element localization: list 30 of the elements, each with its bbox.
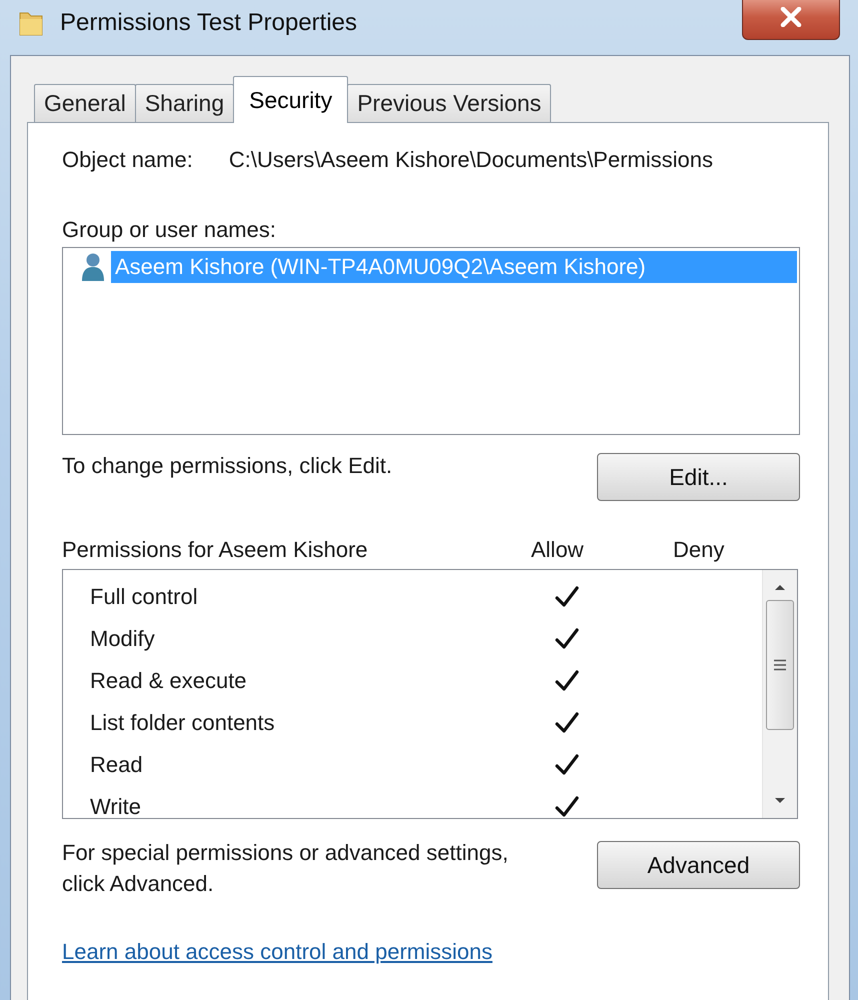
tab[interactable]: Security: [233, 76, 348, 123]
advanced-button[interactable]: Advanced: [597, 841, 800, 889]
object-name-label: Object name:: [62, 147, 193, 174]
tab[interactable]: Sharing: [134, 84, 234, 122]
grip-icon: [773, 659, 787, 671]
column-header: Deny: [673, 537, 724, 564]
column-header: Allow: [531, 537, 585, 564]
permission-name: Read & execute: [90, 668, 248, 694]
tab[interactable]: Previous Versions: [347, 84, 552, 122]
users-label: Group or user names:: [62, 217, 277, 243]
advanced-hint: For special permissions or advanced settings, click Advanced.: [62, 839, 510, 898]
permission-name: Read: [90, 752, 144, 778]
permission-name: Full control: [90, 584, 199, 610]
user-icon: [79, 252, 107, 282]
close-icon: [780, 7, 802, 27]
edit-hint: To change permissions, click Edit.: [62, 453, 392, 479]
scroll-thumb[interactable]: [766, 600, 794, 730]
permission-name: List folder contents: [90, 710, 276, 736]
permissions-title: Permissions for Aseem Kishore: [62, 537, 369, 564]
object-path: C:\Users\Aseem Kishore\Documents\Permissions: [228, 147, 713, 174]
tab[interactable]: General: [34, 84, 136, 122]
close-button[interactable]: [742, 0, 840, 40]
edit-button[interactable]: Edit...: [597, 453, 800, 501]
permission-name: Modify: [90, 626, 156, 652]
scroll-down-icon[interactable]: [773, 796, 787, 806]
scrollbar[interactable]: [762, 570, 797, 818]
window-title: Permissions Test Properties: [60, 9, 357, 37]
help-link[interactable]: Learn about access control and permissions: [62, 939, 492, 965]
permission-name: Write: [90, 794, 142, 818]
scroll-up-icon[interactable]: [773, 582, 787, 592]
